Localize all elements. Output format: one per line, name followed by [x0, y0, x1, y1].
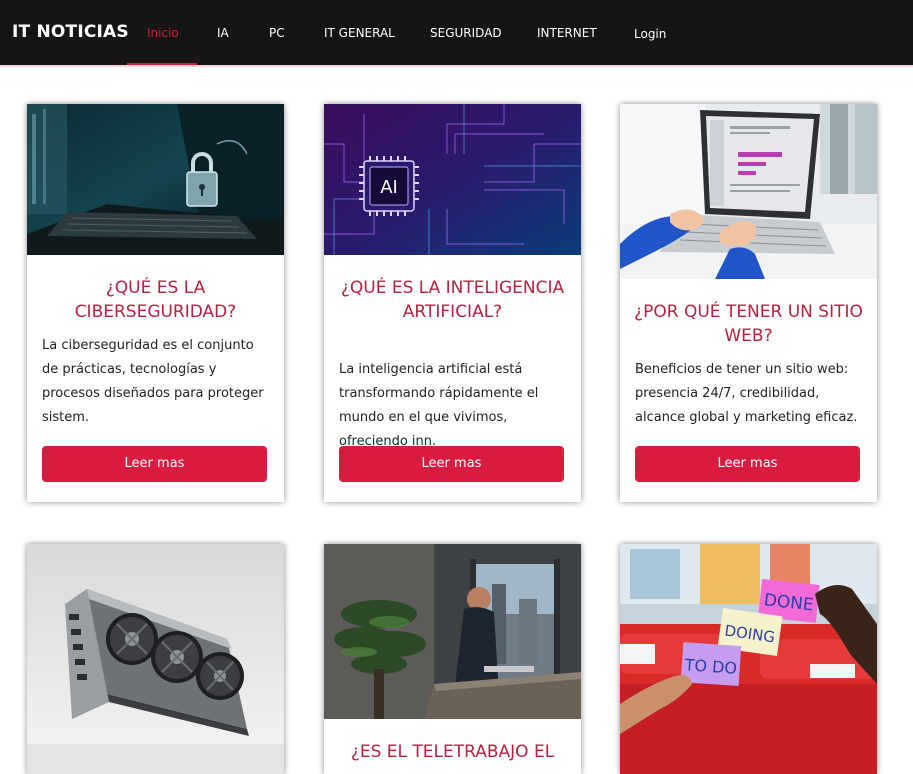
- card-title: ¿QUÉ ES LA CIBERSEGURIDAD?: [74, 278, 237, 322]
- sticky-notes-image[interactable]: DONE DOING TO DO: [620, 544, 877, 774]
- graphics-card-image[interactable]: [27, 544, 284, 774]
- read-more-button[interactable]: Leer mas: [635, 446, 860, 482]
- active-nav-indicator: [127, 63, 197, 65]
- article-card-graphics: [27, 544, 284, 774]
- article-card-inteligencia-artificial: AI ¿QUÉ ES LA INTELIGENCIA ARTIFICIAL? L…: [324, 104, 581, 502]
- article-card-teletrabajo: ¿ES EL TELETRABAJO EL: [324, 544, 581, 774]
- card-text: Beneficios de tener un sitio web: presen…: [635, 362, 858, 425]
- article-card-sitio-web: ¿POR QUÉ TENER UN SITIO WEB? Beneficios …: [620, 104, 877, 502]
- ai-chip-image[interactable]: AI: [324, 104, 581, 255]
- card-title: ¿QUÉ ES LA INTELIGENCIA ARTIFICIAL?: [340, 278, 565, 322]
- note-todo: TO DO: [683, 655, 738, 678]
- read-more-button[interactable]: Leer mas: [339, 446, 564, 482]
- nav-item-login[interactable]: Login: [634, 27, 666, 41]
- read-more-button[interactable]: Leer mas: [42, 446, 267, 482]
- card-text: La inteligencia artificial está transfor…: [339, 362, 539, 449]
- remote-work-image[interactable]: [324, 544, 581, 719]
- nav-item-ia[interactable]: IA: [217, 26, 229, 40]
- ai-chip-label: AI: [380, 177, 398, 198]
- nav-item-it-general[interactable]: IT GENERAL: [324, 26, 395, 40]
- card-text: La ciberseguridad es el conjunto de prác…: [42, 338, 264, 425]
- card-title: ¿ES EL TELETRABAJO EL: [350, 742, 555, 762]
- laptop-typing-image[interactable]: [620, 104, 877, 279]
- padlock-laptop-image[interactable]: [27, 104, 284, 255]
- article-card-kanban: DONE DOING TO DO: [620, 544, 877, 774]
- nav-item-internet[interactable]: INTERNET: [537, 26, 597, 40]
- nav-item-inicio[interactable]: Inicio: [147, 26, 179, 40]
- nav-item-seguridad[interactable]: SEGURIDAD: [430, 26, 502, 40]
- site-brand[interactable]: IT NOTICIAS: [12, 22, 129, 42]
- top-navbar: IT NOTICIAS Inicio IA PC IT GENERAL SEGU…: [0, 0, 913, 67]
- nav-item-pc[interactable]: PC: [269, 26, 285, 40]
- article-card-ciberseguridad: ¿QUÉ ES LA CIBERSEGURIDAD? La cibersegur…: [27, 104, 284, 502]
- card-title: ¿POR QUÉ TENER UN SITIO WEB?: [634, 302, 863, 346]
